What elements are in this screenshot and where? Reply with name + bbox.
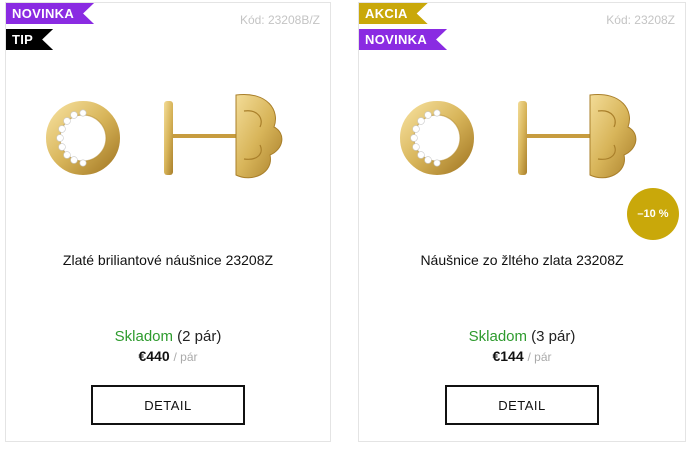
stock-label: Skladom [468, 328, 527, 345]
ribbon-akcia: AKCIA [359, 3, 428, 24]
price-amount: €440 [138, 348, 170, 364]
product-title[interactable]: Náušnice zo žltého zlata 23208Z [359, 252, 685, 268]
ribbon-tip: TIP [6, 29, 53, 50]
product-card[interactable]: NOVINKA TIP Kód: 23208B/Z Zlaté briliant… [5, 2, 331, 442]
stock-label: Skladom [114, 328, 173, 345]
detail-button[interactable]: DETAIL [91, 385, 245, 425]
product-card[interactable]: AKCIA NOVINKA Kód: 23208Z –10 % Náušnice… [358, 2, 686, 442]
stock-status: Skladom (3 pár) [359, 328, 685, 345]
product-image[interactable] [6, 63, 330, 213]
price-unit: / pár [527, 350, 552, 364]
earring-image [46, 94, 283, 179]
discount-badge: –10 % [627, 188, 679, 240]
price-amount: €144 [492, 348, 524, 364]
ribbon-novinka: NOVINKA [6, 3, 94, 24]
product-image[interactable] [359, 63, 685, 213]
product-code: Kód: 23208B/Z [239, 13, 320, 27]
detail-button[interactable]: DETAIL [445, 385, 599, 425]
earring-back-shape [589, 94, 637, 179]
ribbon-novinka: NOVINKA [359, 29, 447, 50]
earring-image [400, 94, 637, 179]
price: €440 / pár [6, 348, 330, 364]
price: €144 / pár [359, 348, 685, 364]
product-code: Kód: 23208Z [606, 13, 675, 27]
earring-side-shape [164, 101, 173, 175]
stock-quantity: (3 pár) [531, 328, 576, 345]
earring-back-shape [235, 94, 283, 179]
product-title[interactable]: Zlaté briliantové náušnice 23208Z [6, 252, 330, 268]
earring-side-shape [518, 101, 527, 175]
stock-status: Skladom (2 pár) [6, 328, 330, 345]
product-grid: NOVINKA TIP Kód: 23208B/Z Zlaté briliant… [0, 0, 689, 451]
price-unit: / pár [173, 350, 198, 364]
stock-quantity: (2 pár) [177, 328, 222, 345]
